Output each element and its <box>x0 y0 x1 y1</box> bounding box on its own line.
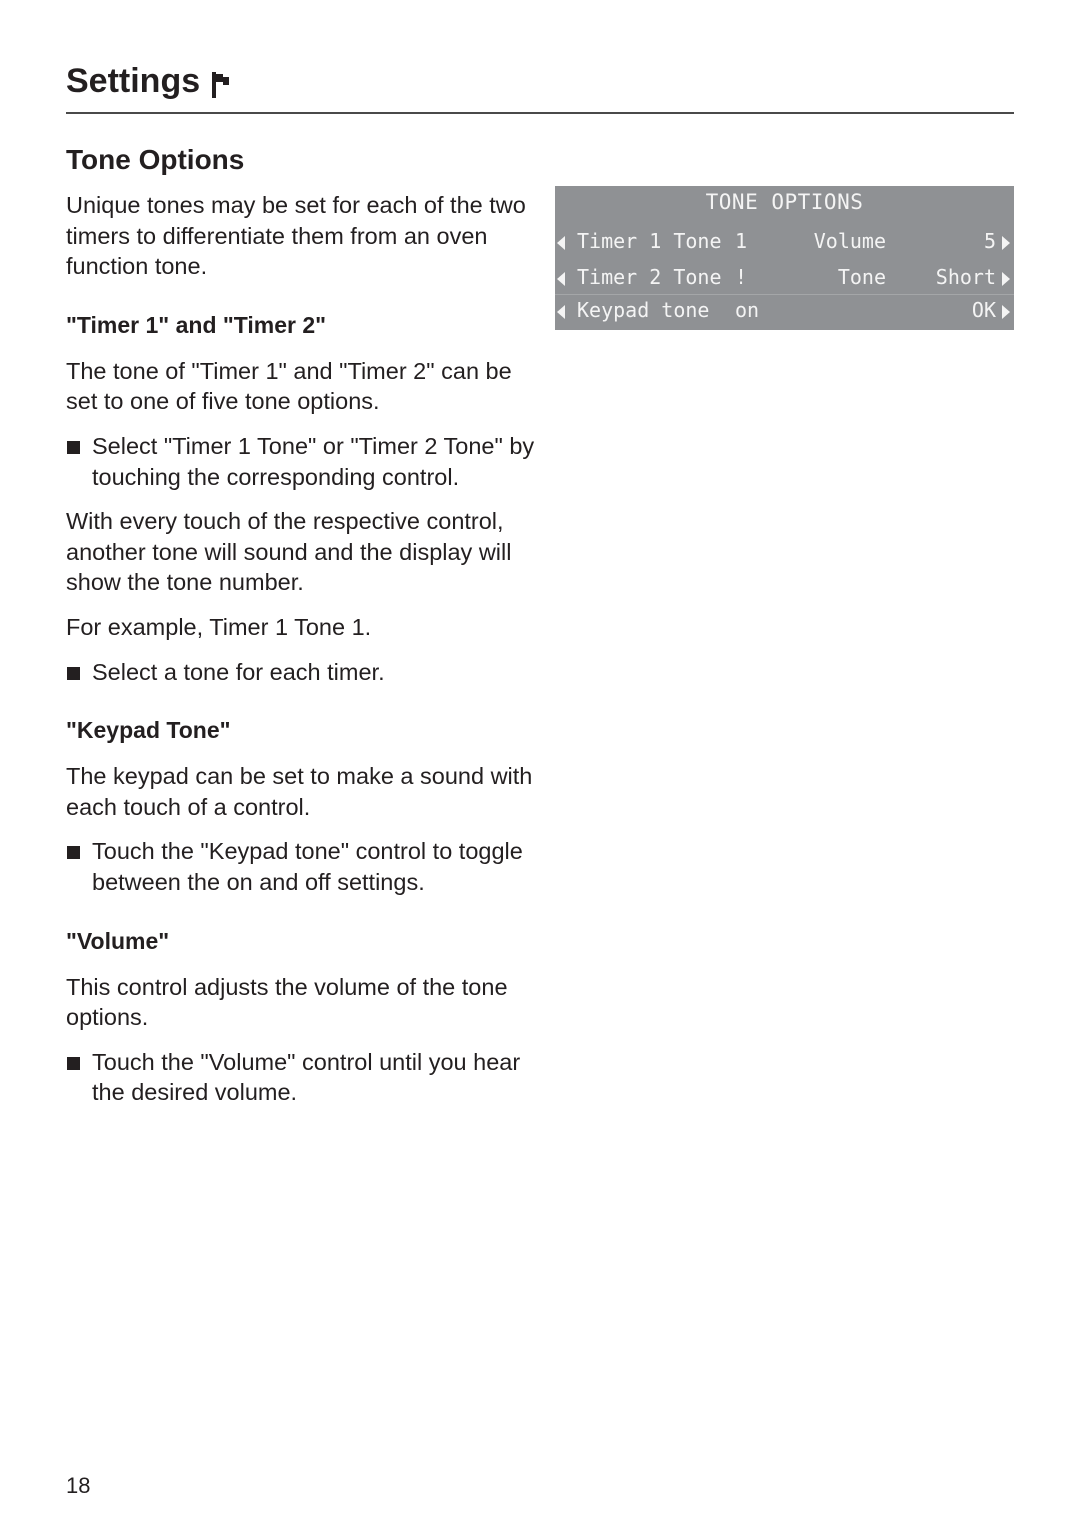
tone-options-display: TONE OPTIONS Timer 1 Tone 1 Volume 5 Tim… <box>555 186 1014 330</box>
timers-bullet-2: Select a tone for each timer. <box>66 657 536 688</box>
page-number: 18 <box>66 1473 91 1498</box>
timer2-tone-control[interactable]: Timer 2 Tone <box>577 265 722 289</box>
bullet-text: Touch the "Keypad tone" control to toggl… <box>92 838 523 895</box>
display-row-timer2: Timer 2 Tone ! Tone Short <box>555 262 1014 298</box>
keypad-tone-control[interactable]: Keypad tone <box>577 298 709 322</box>
timers-bullet-1: Select "Timer 1 Tone" or "Timer 2 Tone" … <box>66 431 536 492</box>
intro-paragraph: Unique tones may be set for each of the … <box>66 192 526 280</box>
display-row-timer1: Timer 1 Tone 1 Volume 5 <box>555 226 1014 262</box>
timers-paragraph: The tone of "Timer 1" and "Timer 2" can … <box>66 357 512 415</box>
volume-bullet: Touch the "Volume" control until you hea… <box>66 1047 536 1108</box>
arrow-left-icon[interactable] <box>557 236 565 250</box>
volume-value: 5 <box>983 229 996 253</box>
timer2-tone-value: ! <box>735 265 748 289</box>
volume-paragraph: This control adjusts the volume of the t… <box>66 973 508 1031</box>
page-title: Settings <box>66 58 1014 104</box>
bullet-text: Select "Timer 1 Tone" or "Timer 2 Tone" … <box>92 432 535 490</box>
display-row-keypad: Keypad tone on OK <box>555 294 1014 331</box>
keypad-heading: "Keypad Tone" <box>66 717 231 744</box>
timer1-tone-control[interactable]: Timer 1 Tone <box>577 229 722 253</box>
bullet-square-icon <box>66 657 92 688</box>
timers-heading: "Timer 1" and "Timer 2" <box>66 311 327 338</box>
bullet-text: Touch the "Volume" control until you hea… <box>92 1048 521 1106</box>
page-header: Settings <box>66 58 1014 104</box>
keypad-bullet: Touch the "Keypad tone" control to toggl… <box>66 836 536 897</box>
arrow-right-icon[interactable] <box>1002 272 1010 286</box>
arrow-left-icon[interactable] <box>557 305 565 319</box>
section-title: Tone Options <box>66 144 245 175</box>
bullet-square-icon <box>66 431 92 492</box>
display-title: TONE OPTIONS <box>705 190 864 214</box>
ok-button[interactable]: OK <box>972 298 996 322</box>
arrow-right-icon[interactable] <box>1002 236 1010 250</box>
tone-control[interactable]: Tone <box>838 265 886 289</box>
keypad-tone-value: on <box>735 298 760 322</box>
volume-control[interactable]: Volume <box>814 229 886 253</box>
timer1-tone-value: 1 <box>735 229 748 253</box>
page-title-text: Settings <box>66 62 201 100</box>
bullet-square-icon <box>66 836 92 897</box>
flag-icon <box>210 66 232 98</box>
arrow-left-icon[interactable] <box>557 272 565 286</box>
timers-paragraph-2: With every touch of the respective contr… <box>66 508 512 596</box>
tone-value: Short <box>935 265 996 289</box>
keypad-paragraph: The keypad can be set to make a sound wi… <box>66 763 533 820</box>
volume-heading: "Volume" <box>66 927 170 954</box>
bullet-square-icon <box>66 1047 92 1108</box>
timers-example: For example, Timer 1 Tone 1. <box>66 613 372 640</box>
arrow-right-icon[interactable] <box>1002 305 1010 319</box>
header-divider <box>66 112 1014 114</box>
bullet-text: Select a tone for each timer. <box>92 658 385 685</box>
main-content: Tone Options Unique tones may be set for… <box>66 140 536 1122</box>
